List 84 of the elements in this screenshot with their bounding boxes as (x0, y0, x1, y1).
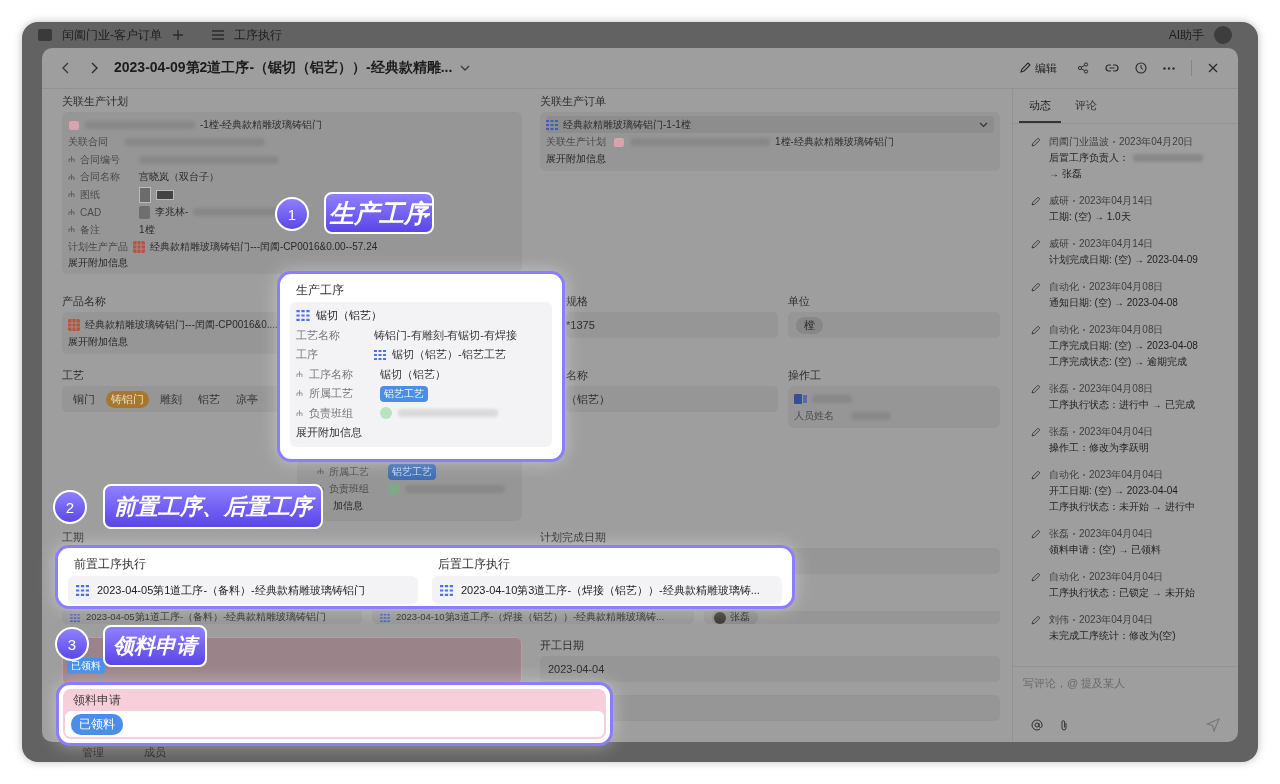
activity-author: 张磊 (1049, 381, 1069, 396)
callout-label: 领料申请 (103, 625, 207, 667)
activity-author: 自动化 (1049, 322, 1079, 337)
callout-label: 前置工序、后置工序 (103, 484, 323, 529)
activity-date: 2023年04月04日 (1079, 526, 1154, 541)
activity-date: 2023年04月08日 (1089, 279, 1164, 294)
field-label: 工序名称 (309, 366, 354, 382)
field-label: 计划完成日期 (540, 530, 607, 545)
option-tag: 樘 (796, 316, 823, 334)
activity-author: 张磊 (1049, 526, 1069, 541)
field-label: 关联生产订单 (540, 94, 607, 109)
field-label: 生产工序 (295, 282, 345, 299)
field-label: 负责班组 (309, 405, 354, 421)
field-value: 1樘 (139, 222, 155, 237)
change-text: → 张磊 (1049, 167, 1082, 181)
change-text: 领料申请：(空) → 已领料 (1049, 543, 1162, 557)
activity-author: 自动化 (1049, 467, 1079, 482)
field-label: 开工日期 (540, 638, 585, 653)
activity-author: 威研 (1049, 236, 1069, 251)
option-tag: 铝艺工艺 (380, 385, 428, 402)
option-tag: 铝艺工艺 (388, 463, 436, 480)
field-value: 铸铝门-有雕刻-有锯切-有焊接 (374, 327, 517, 343)
field-label: 工艺名称 (296, 327, 341, 343)
activity-date: 2023年04月14日 (1079, 193, 1154, 208)
change-text: 未完成工序统计：修改为(空) (1049, 629, 1176, 643)
field-label: 后置工序执行 (437, 556, 511, 573)
field-label: 名称 (566, 368, 589, 383)
activity-date: 2023年04月04日 (1079, 612, 1154, 627)
field-label: 产品名称 (62, 294, 107, 309)
record-title: 2023-04-09第2道工序-（锯切（铝艺））-经典款精雕... (114, 59, 453, 77)
record-name: 锯切（铝艺） (316, 308, 382, 324)
field-label: 所属工艺 (329, 464, 370, 479)
activity-date: 2023年04月14日 (1079, 236, 1154, 251)
record-name: 经典款精雕玻璃铸铝门---闰阖-CP0016&0.... (85, 317, 278, 332)
activity-author: 刘伟 (1049, 612, 1069, 627)
activity-author: 威研 (1049, 193, 1069, 208)
field-label: 规格 (566, 294, 589, 309)
field-label: 关联生产计划 (62, 94, 129, 109)
field-label: 合同编号 (80, 152, 121, 167)
field-label: 单位 (788, 294, 811, 309)
field-label: 人员姓名 (794, 408, 835, 423)
field-label: CAD (80, 206, 103, 218)
activity-date: 2023年04月08日 (1079, 381, 1154, 396)
change-text: 操作工：修改为李跃明 (1049, 441, 1149, 455)
change-text: 工序完成日期: (空) → 2023-04-08 (1049, 339, 1198, 353)
field-label: 关联生产计划 (546, 134, 607, 149)
record-name: 经典款精雕玻璃铸铝门-1-1樘 (563, 117, 691, 132)
field-label: 所属工艺 (309, 386, 354, 402)
change-text: 计划完成日期: (空) → 2023-04-09 (1049, 253, 1198, 267)
field-value: 宫晓岚（双台子） (139, 170, 219, 185)
field-value: 锯切（铝艺） (380, 366, 446, 382)
activity-date: 2023年04月20日 (1119, 134, 1194, 149)
change-text: 工序执行状态：已锁定 → 未开始 (1049, 586, 1195, 600)
field-label: 合同名称 (80, 170, 121, 185)
change-text: 通知日期: (空) → 2023-04-08 (1049, 296, 1178, 310)
field-label: 操作工 (788, 368, 822, 383)
status-tag: 已领料 (71, 713, 123, 735)
field-label: 工艺 (62, 368, 85, 383)
activity-author: 自动化 (1049, 279, 1079, 294)
field-label: 领料申请 (72, 692, 122, 709)
change-text: 工序执行状态：未开始 → 进行中 (1049, 500, 1195, 514)
change-text: 后置工序负责人： (1049, 151, 1129, 165)
field-label: 计划生产产品 (68, 240, 128, 255)
field-label: 负责班组 (329, 481, 370, 496)
change-text: 工期: (空) → 1.0天 (1049, 210, 1131, 224)
activity-author: 自动化 (1049, 569, 1079, 584)
activity-date: 2023年04月08日 (1089, 322, 1164, 337)
field-value: 1樘-经典款精雕玻璃铸铝门 (775, 134, 894, 149)
change-text: 开工日期: (空) → 2023-04-04 (1049, 484, 1178, 498)
field-label: 工期 (62, 530, 85, 545)
activity-date: 2023年04月04日 (1089, 467, 1164, 482)
field-label: 关联合同 (68, 135, 109, 150)
activity-date: 2023年04月04日 (1079, 424, 1154, 439)
field-label: 备注 (80, 222, 101, 237)
change-text: 工序执行状态：进行中 → 已完成 (1049, 398, 1195, 412)
change-text: 工序完成状态: (空) → 逾期完成 (1049, 355, 1187, 369)
field-label: 工序 (296, 347, 319, 363)
record-name: -1樘-经典款精雕玻璃铸铝门 (200, 117, 323, 132)
activity-author: 张磊 (1049, 424, 1069, 439)
activity-author: 闰阖门业温波 (1049, 134, 1109, 149)
field-label: 图纸 (80, 187, 101, 202)
callout-label: 生产工序 (324, 192, 434, 234)
field-label: 前置工序执行 (73, 556, 147, 573)
activity-date: 2023年04月04日 (1089, 569, 1164, 584)
